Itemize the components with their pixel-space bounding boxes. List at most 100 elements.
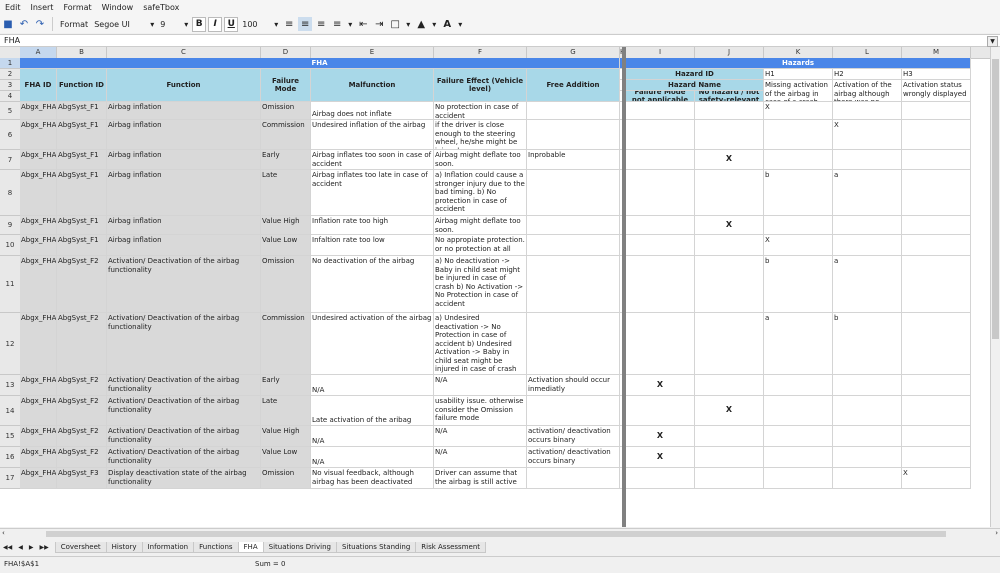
table-cell[interactable]: X [764, 102, 833, 120]
table-cell[interactable] [902, 120, 971, 150]
scrollbar-thumb[interactable] [46, 531, 946, 537]
bold-button[interactable]: B [192, 16, 207, 32]
row-header[interactable]: 9 [0, 216, 21, 235]
table-cell[interactable]: Value High [261, 426, 311, 447]
table-cell[interactable]: Abgx_FHA_013 [20, 468, 57, 489]
table-cell[interactable] [626, 468, 695, 489]
table-cell[interactable]: Undesired inflation of the airbag [311, 120, 434, 150]
table-cell[interactable]: Value Low [261, 235, 311, 256]
vertical-scrollbar[interactable] [990, 47, 1000, 527]
table-cell[interactable]: a) No deactivation -> Baby in child seat… [434, 256, 527, 313]
table-cell[interactable]: Inprobable [527, 150, 620, 170]
table-cell[interactable] [527, 256, 620, 313]
table-cell[interactable]: Abgx_FHA_010 [20, 396, 57, 426]
table-cell[interactable]: X [695, 396, 764, 426]
table-cell[interactable]: Omission [261, 256, 311, 313]
table-cell[interactable] [833, 216, 902, 235]
fha-id-header[interactable]: FHA ID [20, 69, 57, 102]
table-cell[interactable]: Abgx_FHA_011 [20, 426, 57, 447]
table-cell[interactable] [833, 426, 902, 447]
table-cell[interactable]: Airbag inflation [107, 120, 261, 150]
row-header[interactable]: 11 [0, 256, 21, 313]
table-cell[interactable] [764, 120, 833, 150]
table-cell[interactable]: a [764, 313, 833, 375]
failure-effect-header[interactable]: Failure Effect (Vehicle level) [434, 69, 527, 102]
table-cell[interactable] [626, 120, 695, 150]
table-cell[interactable] [764, 468, 833, 489]
table-cell[interactable] [695, 426, 764, 447]
table-cell[interactable] [527, 396, 620, 426]
table-cell[interactable]: Abgx_FHA_001 [20, 102, 57, 120]
table-cell[interactable]: b [764, 256, 833, 313]
menu-item[interactable]: safeTbox [138, 3, 184, 12]
tab-information[interactable]: Information [141, 541, 195, 553]
table-cell[interactable]: a) Undesired deactivation -> No Protecti… [434, 313, 527, 375]
table-cell[interactable]: Driver can assume that the airbag is sti… [434, 468, 527, 489]
table-cell[interactable] [833, 447, 902, 468]
italic-button[interactable]: I [208, 16, 223, 32]
table-cell[interactable]: AbgSyst_F1 [57, 150, 107, 170]
zoom-select[interactable]: 100 [239, 18, 271, 30]
table-cell[interactable] [764, 375, 833, 396]
table-cell[interactable]: AbgSyst_F1 [57, 120, 107, 150]
table-cell[interactable] [626, 256, 695, 313]
h2-name[interactable]: Activation of the airbag although there … [833, 80, 902, 102]
table-cell[interactable]: X [626, 447, 695, 468]
menu-item[interactable]: Window [97, 3, 139, 12]
table-cell[interactable]: No visual feedback, although airbag has … [311, 468, 434, 489]
table-cell[interactable] [902, 235, 971, 256]
failure-mode-header[interactable]: Failure Mode [261, 69, 311, 102]
table-cell[interactable] [833, 102, 902, 120]
table-cell[interactable]: AbgSyst_F2 [57, 313, 107, 375]
fha-header[interactable]: FHA [20, 58, 620, 69]
table-cell[interactable]: Early [261, 150, 311, 170]
table-cell[interactable]: Abgx_FHA_003 [20, 150, 57, 170]
table-cell[interactable] [527, 216, 620, 235]
table-cell[interactable] [902, 170, 971, 216]
indent-increase-icon[interactable]: ⇥ [372, 17, 386, 31]
table-cell[interactable]: Airbag inflation [107, 170, 261, 216]
table-cell[interactable]: N/A [434, 375, 527, 396]
table-cell[interactable]: Undesired activation of the airbag [311, 313, 434, 375]
no-hazard-header[interactable]: No hazard / not safety-relevant [695, 91, 764, 102]
hazards-header[interactable]: Hazards [626, 58, 971, 69]
table-cell[interactable]: Activation/ Deactivation of the airbag f… [107, 313, 261, 375]
table-cell[interactable]: X [695, 216, 764, 235]
table-cell[interactable]: activation/ deactivation occurs binary [527, 447, 620, 468]
h1-name[interactable]: Missing activation of the airbag in case… [764, 80, 833, 102]
table-cell[interactable] [764, 396, 833, 426]
table-cell[interactable]: a [833, 170, 902, 216]
table-cell[interactable] [527, 120, 620, 150]
next-sheet-icon[interactable]: ▶ [26, 544, 37, 551]
table-cell[interactable] [764, 447, 833, 468]
table-cell[interactable] [764, 216, 833, 235]
table-cell[interactable]: Abgx_FHA_006 [20, 235, 57, 256]
chevron-down-icon[interactable]: ▾ [345, 18, 355, 30]
table-cell[interactable]: Activation/ Deactivation of the airbag f… [107, 447, 261, 468]
tab-functions[interactable]: Functions [193, 541, 239, 553]
table-cell[interactable]: Activation/ Deactivation of the airbag f… [107, 375, 261, 396]
tab-coversheet[interactable]: Coversheet [54, 541, 107, 553]
h3-id[interactable]: H3 [902, 69, 971, 80]
menu-item[interactable]: Edit [0, 3, 26, 12]
fill-color-icon[interactable]: ▲ [414, 17, 428, 31]
table-cell[interactable] [626, 235, 695, 256]
table-cell[interactable]: Activation/ Deactivation of the airbag f… [107, 256, 261, 313]
table-cell[interactable]: b [764, 170, 833, 216]
table-cell[interactable] [695, 468, 764, 489]
table-cell[interactable]: Airbag inflation [107, 150, 261, 170]
first-sheet-icon[interactable]: ◀◀ [0, 544, 15, 551]
menu-item[interactable]: Format [58, 3, 96, 12]
table-cell[interactable] [833, 375, 902, 396]
table-cell[interactable] [764, 150, 833, 170]
align-center-icon[interactable]: ≡ [298, 17, 313, 31]
tab-risk-assessment[interactable]: Risk Assessment [415, 541, 487, 553]
table-cell[interactable]: Airbag inflation [107, 235, 261, 256]
table-cell[interactable]: Infaltion rate too low [311, 235, 434, 256]
chevron-down-icon[interactable]: ▾ [455, 18, 465, 30]
table-cell[interactable]: Value High [261, 216, 311, 235]
last-sheet-icon[interactable]: ▶▶ [36, 544, 51, 551]
table-cell[interactable]: Abgx_FHA_005 [20, 216, 57, 235]
formula-value[interactable]: FHA [4, 35, 20, 46]
menu-item[interactable]: Insert [26, 3, 59, 12]
